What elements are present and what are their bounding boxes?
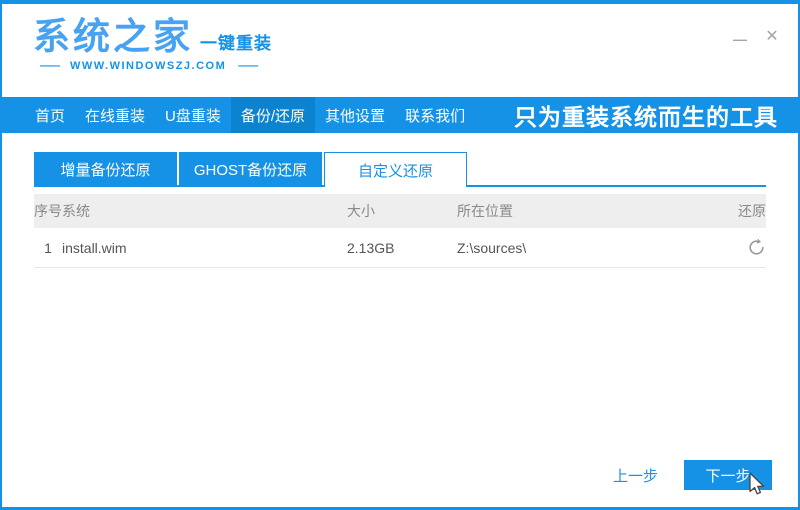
cell-system-filename: install.wim <box>62 240 347 256</box>
content-area: 增量备份还原 GHOST备份还原 自定义还原 序号 系统 大小 所在位置 还原 … <box>2 152 798 268</box>
nav-slogan: 只为重装系统而生的工具 <box>514 98 798 132</box>
image-file-table: 序号 系统 大小 所在位置 还原 1 install.wim 2.13GB Z:… <box>34 194 766 268</box>
table-header-row: 序号 系统 大小 所在位置 还原 <box>34 194 766 228</box>
nav-item-other-settings[interactable]: 其他设置 <box>315 97 395 133</box>
wizard-footer: 上一步 下一步 <box>613 460 772 490</box>
cell-location: Z:\sources\ <box>457 240 726 256</box>
close-icon[interactable]: ✕ <box>762 26 782 46</box>
minimize-icon[interactable]: — <box>730 26 750 46</box>
header-size: 大小 <box>347 201 457 221</box>
website-url: WWW.WINDOWSZJ.COM <box>70 60 226 72</box>
header-index: 序号 <box>34 201 62 221</box>
main-navbar: 首页 在线重装 U盘重装 备份/还原 其他设置 联系我们 只为重装系统而生的工具 <box>2 97 798 133</box>
dash-decoration-right: —— <box>238 60 256 72</box>
prev-step-button[interactable]: 上一步 <box>613 465 658 486</box>
nav-item-usb-reinstall[interactable]: U盘重装 <box>155 97 231 133</box>
next-step-button[interactable]: 下一步 <box>684 460 772 490</box>
nav-item-contact-us[interactable]: 联系我们 <box>395 97 475 133</box>
brand-logo-block: 系统之家 一键重装 —— WWW.WINDOWSZJ.COM —— <box>33 17 272 72</box>
cell-index: 1 <box>34 240 62 256</box>
titlebar: 系统之家 一键重装 —— WWW.WINDOWSZJ.COM —— — ✕ <box>2 4 798 97</box>
nav-item-online-reinstall[interactable]: 在线重装 <box>75 97 155 133</box>
app-tagline: 一键重装 <box>200 29 272 54</box>
header-system: 系统 <box>62 201 347 221</box>
table-row: 1 install.wim 2.13GB Z:\sources\ <box>34 228 766 268</box>
tab-custom-restore[interactable]: 自定义还原 <box>324 152 467 187</box>
header-location: 所在位置 <box>457 201 726 221</box>
nav-menu: 首页 在线重装 U盘重装 备份/还原 其他设置 联系我们 <box>2 97 475 133</box>
app-logo: 系统之家 <box>33 17 193 57</box>
window-controls: — ✕ <box>730 26 782 46</box>
nav-item-backup-restore[interactable]: 备份/还原 <box>231 97 315 133</box>
tab-ghost-backup-restore[interactable]: GHOST备份还原 <box>179 152 322 187</box>
cell-size: 2.13GB <box>347 240 457 256</box>
dash-decoration-left: —— <box>40 60 58 72</box>
brand-website-line: —— WWW.WINDOWSZJ.COM —— <box>40 60 272 72</box>
refresh-icon[interactable] <box>746 238 766 258</box>
restore-tabstrip: 增量备份还原 GHOST备份还原 自定义还原 <box>34 152 766 187</box>
nav-item-home[interactable]: 首页 <box>25 97 75 133</box>
app-window: 系统之家 一键重装 —— WWW.WINDOWSZJ.COM —— — ✕ 首页… <box>0 0 800 510</box>
header-restore: 还原 <box>726 201 766 221</box>
tab-incremental-backup-restore[interactable]: 增量备份还原 <box>34 152 177 187</box>
